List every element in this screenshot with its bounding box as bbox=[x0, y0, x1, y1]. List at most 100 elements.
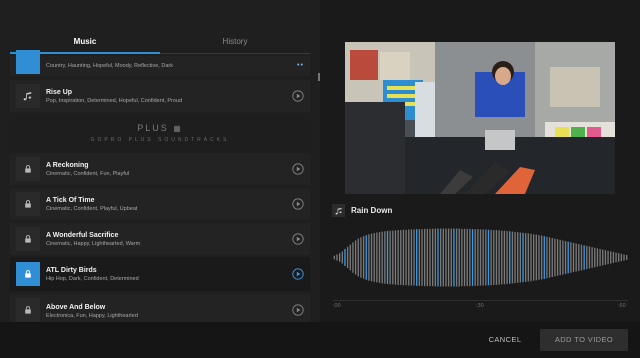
waveform-bar-highlight bbox=[543, 236, 545, 279]
waveform-bar bbox=[575, 243, 577, 272]
waveform-bar bbox=[368, 234, 370, 281]
waveform-bars bbox=[333, 228, 628, 287]
waveform-bar bbox=[455, 228, 458, 287]
track-tags: Pop, Inspiration, Determined, Hopeful, C… bbox=[46, 98, 183, 104]
track-thumbnail bbox=[16, 50, 40, 74]
waveform-bar bbox=[429, 228, 431, 287]
track-row[interactable]: A Tick Of Time Cinematic, Confident, Pla… bbox=[10, 188, 310, 220]
waveform-bar bbox=[370, 233, 373, 282]
waveform-bar bbox=[610, 251, 612, 264]
waveform-bar bbox=[381, 231, 383, 284]
now-playing-title: Rain Down bbox=[351, 206, 393, 215]
waveform-bar bbox=[400, 230, 402, 285]
track-row[interactable]: Country, Haunting, Hopeful, Moody, Refle… bbox=[10, 50, 310, 76]
waveform-bar bbox=[338, 253, 341, 262]
waveform-bar bbox=[596, 248, 599, 267]
waveform-bar-highlight bbox=[386, 230, 389, 285]
waveform-bar bbox=[612, 252, 615, 263]
waveform-bar bbox=[341, 251, 343, 264]
track-tags: Hip Hop, Dark, Confident, Determined bbox=[46, 276, 139, 282]
waveform-bar-highlight bbox=[522, 232, 524, 283]
waveform-bar bbox=[615, 252, 617, 263]
track-row[interactable]: A Reckoning Cinematic, Confident, Fun, P… bbox=[10, 153, 310, 185]
track-title: Rise Up bbox=[46, 89, 73, 96]
lock-icon bbox=[16, 227, 40, 251]
waveform-bar-highlight bbox=[509, 231, 511, 284]
tab-history[interactable]: History bbox=[160, 30, 310, 54]
timeline-ruler bbox=[333, 300, 628, 301]
waveform-bar bbox=[495, 230, 498, 285]
play-icon[interactable] bbox=[292, 233, 304, 245]
waveform-bar bbox=[394, 230, 397, 285]
lock-icon bbox=[16, 262, 40, 286]
track-row[interactable]: Above And Below Electronica, Fun, Happy,… bbox=[10, 294, 310, 322]
play-icon[interactable] bbox=[292, 163, 304, 175]
waveform-bar-highlight bbox=[416, 229, 418, 286]
waveform-bar bbox=[466, 228, 468, 287]
waveform-bar bbox=[594, 247, 596, 268]
add-to-video-button[interactable]: ADD TO VIDEO bbox=[540, 329, 628, 351]
waveform-bar bbox=[458, 228, 460, 287]
track-row[interactable]: Rise Up Pop, Inspiration, Determined, Ho… bbox=[10, 80, 310, 112]
music-note-icon bbox=[16, 84, 40, 108]
waveform-bar bbox=[413, 229, 415, 286]
play-icon[interactable] bbox=[292, 90, 304, 102]
track-row[interactable]: A Wonderful Sacrifice Cinematic, Happy, … bbox=[10, 223, 310, 255]
waveform-bar bbox=[333, 255, 335, 260]
waveform-bar-highlight bbox=[453, 228, 455, 287]
track-row-selected[interactable]: ATL Dirty Birds Hip Hop, Dark, Confident… bbox=[10, 257, 310, 291]
waveform-bar bbox=[620, 253, 623, 262]
waveform-bar bbox=[357, 238, 359, 277]
music-panel: Music History Country, Haunting, Hopeful… bbox=[0, 0, 320, 322]
play-icon[interactable] bbox=[292, 198, 304, 210]
waveform-bar bbox=[618, 253, 620, 262]
waveform-bar bbox=[354, 240, 357, 275]
play-icon[interactable] bbox=[292, 304, 304, 316]
waveform-bar bbox=[546, 236, 548, 279]
waveform-bar bbox=[604, 250, 607, 265]
play-icon[interactable] bbox=[292, 268, 304, 280]
waveform-bar bbox=[402, 229, 405, 286]
waveform-bar bbox=[588, 246, 591, 269]
waveform-bar bbox=[421, 229, 423, 286]
waveform-bar bbox=[378, 232, 381, 283]
waveform-bar bbox=[493, 230, 495, 285]
waveform-bar bbox=[405, 229, 407, 286]
gopro-plus-banner: PLUS ▦ GOPRO PLUS SOUNDTRACKS bbox=[10, 115, 310, 153]
audio-waveform[interactable] bbox=[333, 225, 628, 290]
tab-divider bbox=[160, 53, 310, 54]
waveform-bar bbox=[336, 254, 338, 261]
waveform-bar bbox=[564, 241, 567, 274]
waveform-bar bbox=[501, 230, 503, 285]
waveform-bar bbox=[408, 229, 410, 286]
more-options-icon[interactable]: •• bbox=[297, 62, 304, 69]
waveform-bar bbox=[525, 233, 527, 282]
waveform-bar bbox=[511, 231, 514, 284]
track-title: A Wonderful Sacrifice bbox=[46, 232, 119, 239]
waveform-bar bbox=[445, 228, 447, 287]
waveform-bar bbox=[469, 228, 471, 287]
waveform-bar bbox=[479, 229, 482, 286]
waveform-bar bbox=[392, 230, 394, 285]
waveform-bar bbox=[482, 229, 484, 286]
waveform-bar bbox=[450, 228, 452, 287]
waveform-bar bbox=[527, 233, 529, 282]
waveform-bar bbox=[506, 230, 508, 285]
waveform-bar-highlight bbox=[471, 229, 474, 286]
waveform-bar-highlight bbox=[567, 241, 569, 274]
waveform-bar bbox=[535, 234, 537, 281]
waveform-bar bbox=[477, 229, 479, 286]
waveform-bar bbox=[572, 242, 575, 273]
track-tags: Cinematic, Confident, Playful, Upbeat bbox=[46, 206, 138, 212]
track-title: A Tick Of Time bbox=[46, 197, 95, 204]
waveform-bar bbox=[530, 233, 532, 282]
track-tags: Cinematic, Happy, Lighthearted, Warm bbox=[46, 241, 141, 247]
waveform-bar bbox=[586, 245, 588, 270]
waveform-bar bbox=[570, 242, 572, 273]
video-preview[interactable] bbox=[345, 42, 615, 194]
waveform-bar bbox=[432, 228, 434, 287]
cancel-button[interactable]: CANCEL bbox=[478, 331, 532, 349]
video-frame-image bbox=[345, 42, 615, 194]
waveform-bar bbox=[578, 244, 580, 271]
track-title: A Reckoning bbox=[46, 162, 89, 169]
